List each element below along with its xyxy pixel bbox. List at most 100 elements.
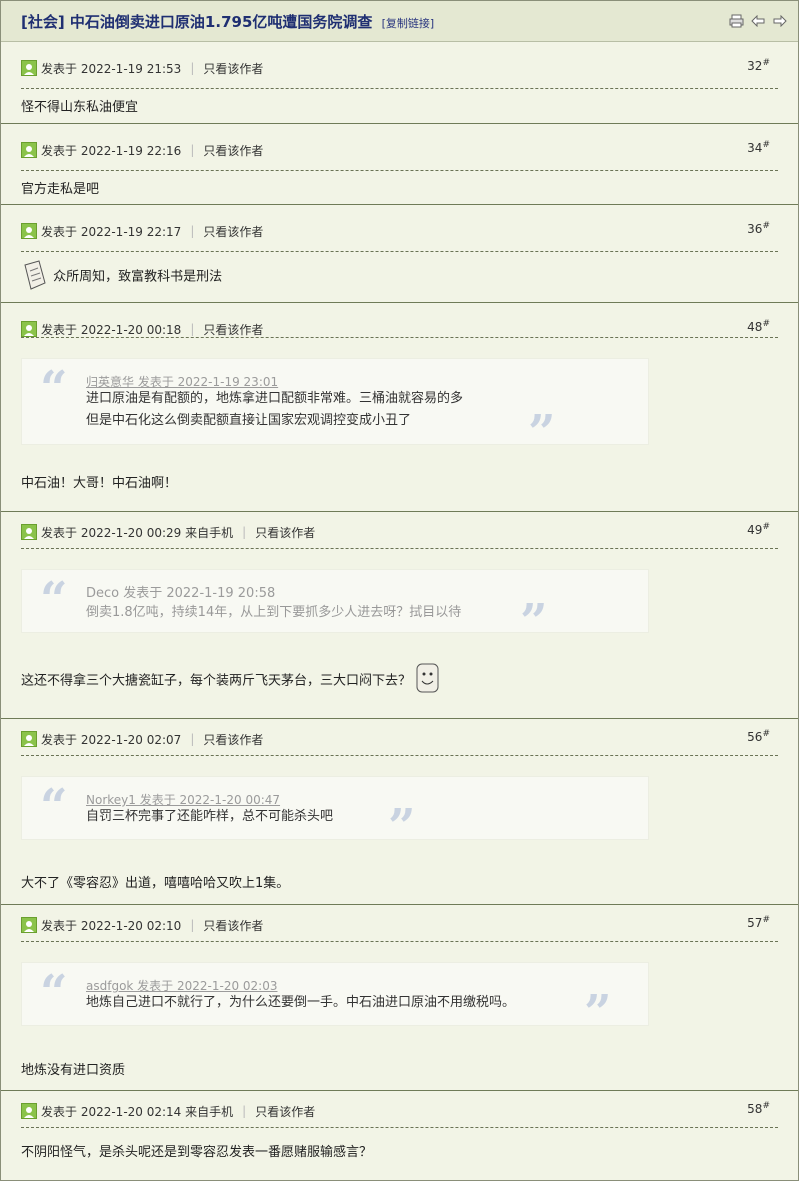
print-icon[interactable] <box>728 13 744 29</box>
floor-number[interactable]: 49# <box>747 522 770 537</box>
only-author-link[interactable]: 只看该作者 <box>203 321 263 338</box>
thread-title-text: [社会] 中石油倒卖进口原油1.795亿吨遭国务院调查 <box>21 12 373 31</box>
thread-title: [社会] 中石油倒卖进口原油1.795亿吨遭国务院调查 [复制链接] <box>21 11 434 32</box>
avatar-icon[interactable] <box>21 223 37 239</box>
post-date: 发表于 2022-1-19 22:17 <box>41 224 182 239</box>
avatar-icon[interactable] <box>21 321 37 337</box>
only-author-link[interactable]: 只看该作者 <box>255 1103 315 1120</box>
arrow-left-icon[interactable] <box>750 13 766 29</box>
post-date: 发表于 2022-1-19 22:16 <box>41 143 182 158</box>
quote-block: “ asdfgok 发表于 2022-1-20 02:03 地炼自己进口不就行了… <box>21 962 649 1037</box>
avatar-icon[interactable] <box>21 1103 37 1119</box>
post-date: 发表于 2022-1-20 02:10 <box>41 918 182 933</box>
divider <box>21 755 778 756</box>
post-meta: 发表于 2022-1-19 21:53 | 只看该作者 32# <box>21 54 778 82</box>
post-body: 大不了《零容忍》出道，嘻嘻哈哈又吹上1集。 <box>21 876 290 891</box>
meta-separator: | <box>242 525 247 539</box>
quote-block: “ Norkey1 发表于 2022-1-20 00:47 自罚三杯完事了还能咋… <box>21 776 649 851</box>
post-meta: 发表于 2022-1-20 00:18 | 只看该作者 48# <box>21 315 778 343</box>
sticker-icon <box>21 259 49 295</box>
floor-number[interactable]: 36# <box>747 221 770 236</box>
avatar-icon[interactable] <box>21 731 37 747</box>
only-author-link[interactable]: 只看该作者 <box>203 731 263 748</box>
post-meta: 发表于 2022-1-19 22:17 | 只看该作者 36# <box>21 217 778 245</box>
quote-open-icon: “ <box>40 361 68 417</box>
post-57: 发表于 2022-1-20 02:10 | 只看该作者 57# “ asdfgo… <box>1 905 798 1091</box>
post-meta: 发表于 2022-1-20 02:07 | 只看该作者 56# <box>21 725 778 753</box>
floor-number[interactable]: 34# <box>747 140 770 155</box>
quote-open-icon: “ <box>40 779 68 835</box>
copy-link-button[interactable]: [复制链接] <box>382 17 435 30</box>
floor-number[interactable]: 56# <box>747 729 770 744</box>
post-56: 发表于 2022-1-20 02:07 | 只看该作者 56# “ Norkey… <box>1 719 798 905</box>
post-meta: 发表于 2022-1-20 02:14 来自手机 | 只看该作者 58# <box>21 1097 778 1125</box>
meta-separator: | <box>190 143 195 157</box>
quote-line: 地炼自己进口不就行了，为什么还要倒一手。中石油进口原油不用缴税吗。 <box>86 995 516 1010</box>
post-body: 怪不得山东私油便宜 <box>21 100 139 115</box>
quote-close-icon: ” <box>520 594 548 650</box>
post-body: 不阴阳怪气，是杀头呢还是到零容忍发表一番愿赌服输感言？ <box>21 1145 373 1160</box>
post-text: 这还不得拿三个大搪瓷缸子，每个装两斤飞天茅台，三大口闷下去？ <box>21 673 412 689</box>
post-49: 发表于 2022-1-20 00:29 来自手机 | 只看该作者 49# “ D… <box>1 512 798 719</box>
quote-text: 进口原油是有配额的，地炼拿进口配额非常难。三桶油就容易的多 但是中石化这么倒卖配… <box>86 388 463 432</box>
post-body: 官方走私是吧 <box>21 182 100 197</box>
divider <box>21 1127 778 1128</box>
post-body: 地炼没有进口资质 <box>21 1063 126 1078</box>
post-date: 发表于 2022-1-20 02:14 来自手机 <box>41 1104 234 1119</box>
quote-line: 进口原油是有配额的，地炼拿进口配额非常难。三桶油就容易的多 <box>86 391 464 406</box>
post-date: 发表于 2022-1-20 00:29 来自手机 <box>41 525 234 540</box>
divider <box>21 88 778 89</box>
post-48: 发表于 2022-1-20 00:18 | 只看该作者 48# “ 归英意华 发… <box>1 303 798 512</box>
post-date: 发表于 2022-1-19 21:53 <box>41 61 182 76</box>
only-author-link[interactable]: 只看该作者 <box>203 223 263 240</box>
thread-view: [社会] 中石油倒卖进口原油1.795亿吨遭国务院调查 [复制链接] 发表于 2… <box>0 0 799 1181</box>
floor-number[interactable]: 48# <box>747 319 770 334</box>
meta-separator: | <box>190 61 195 75</box>
quote-block: “ Deco 发表于 2022-1-19 20:58 倒卖1.8亿吨，持续14年… <box>21 569 649 646</box>
only-author-link[interactable]: 只看该作者 <box>203 60 263 77</box>
thread-header: [社会] 中石油倒卖进口原油1.795亿吨遭国务院调查 [复制链接] <box>1 1 798 42</box>
post-36: 发表于 2022-1-19 22:17 | 只看该作者 36# 众所周知，致富教… <box>1 205 798 303</box>
thread-tools <box>728 13 788 29</box>
quote-text: 地炼自己进口不就行了，为什么还要倒一手。中石油进口原油不用缴税吗。 <box>86 992 515 1014</box>
quote-block: “ 归英意华 发表于 2022-1-19 23:01 进口原油是有配额的，地炼拿… <box>21 358 649 457</box>
only-author-link[interactable]: 只看该作者 <box>203 917 263 934</box>
post-58: 发表于 2022-1-20 02:14 来自手机 | 只看该作者 58# 不阴阳… <box>1 1091 798 1173</box>
post-body: 中石油！大哥！中石油啊！ <box>21 476 178 491</box>
meta-separator: | <box>190 224 195 238</box>
floor-number[interactable]: 32# <box>747 58 770 73</box>
divider <box>21 337 778 338</box>
post-body: 这还不得拿三个大搪瓷缸子，每个装两斤飞天茅台，三大口闷下去？ <box>21 662 778 700</box>
avatar-icon[interactable] <box>21 917 37 933</box>
quote-line: 倒卖1.8亿吨，持续14年，从上到下要抓多少人进去呀？拭目以待 <box>86 605 462 620</box>
post-meta: 发表于 2022-1-19 22:16 | 只看该作者 34# <box>21 136 778 164</box>
quote-text: 倒卖1.8亿吨，持续14年，从上到下要抓多少人进去呀？拭目以待 <box>86 602 461 624</box>
quote-open-icon: “ <box>40 572 68 628</box>
avatar-icon[interactable] <box>21 142 37 158</box>
meta-separator: | <box>242 1104 247 1118</box>
divider <box>21 548 778 549</box>
post-body: 众所周知，致富教科书是刑法 <box>21 259 778 295</box>
quote-line: 但是中石化这么倒卖配额直接让国家宏观调控变成小丑了 <box>86 413 412 428</box>
post-date: 发表于 2022-1-20 00:18 <box>41 322 182 337</box>
only-author-link[interactable]: 只看该作者 <box>255 524 315 541</box>
post-text: 众所周知，致富教科书是刑法 <box>53 269 223 285</box>
meta-separator: | <box>190 918 195 932</box>
floor-number[interactable]: 57# <box>747 915 770 930</box>
meta-separator: | <box>190 322 195 336</box>
quote-author-link[interactable]: Deco 发表于 2022-1-19 20:58 <box>86 582 275 601</box>
avatar-icon[interactable] <box>21 60 37 76</box>
meta-separator: | <box>190 732 195 746</box>
quote-close-icon: ” <box>388 799 416 855</box>
quote-open-icon: “ <box>40 965 68 1021</box>
avatar-icon[interactable] <box>21 524 37 540</box>
divider <box>21 170 778 171</box>
arrow-right-icon[interactable] <box>772 13 788 29</box>
quote-close-icon: ” <box>528 405 556 461</box>
quote-line: 自罚三杯完事了还能咋样，总不可能杀头吧 <box>86 809 334 824</box>
only-author-link[interactable]: 只看该作者 <box>203 142 263 159</box>
post-32: 发表于 2022-1-19 21:53 | 只看该作者 32# 怪不得山东私油便… <box>1 42 798 124</box>
floor-number[interactable]: 58# <box>747 1101 770 1116</box>
divider <box>21 941 778 942</box>
post-34: 发表于 2022-1-19 22:16 | 只看该作者 34# 官方走私是吧 <box>1 124 798 205</box>
